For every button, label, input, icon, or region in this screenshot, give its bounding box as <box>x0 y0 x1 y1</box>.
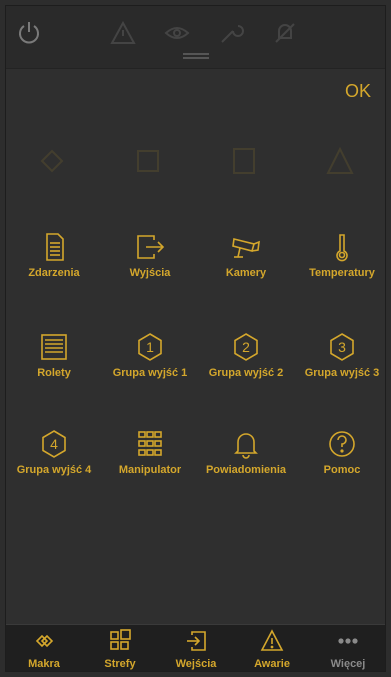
tile-grupa-wyjsc-3[interactable]: 3 Grupa wyjść 3 <box>294 331 385 411</box>
ghost-icon <box>320 141 360 181</box>
tab-makra[interactable]: Makra <box>6 629 82 670</box>
hexagon-2-icon: 2 <box>230 331 262 363</box>
macro-icon <box>35 634 54 648</box>
keypad-icon <box>134 428 166 460</box>
svg-text:1: 1 <box>146 339 154 355</box>
bell-icon <box>230 428 262 460</box>
menu-row-2: Rolety 1 Grupa wyjść 1 2 Grupa wyjść 2 3… <box>6 331 385 411</box>
svg-text:2: 2 <box>242 339 250 355</box>
hidden-shortcuts-row <box>6 141 385 191</box>
svg-text:3: 3 <box>338 339 346 355</box>
tile-pomoc[interactable]: Pomoc <box>294 428 385 508</box>
tile-label: Temperatury <box>309 267 375 279</box>
tile-rolety[interactable]: Rolety <box>6 331 102 411</box>
hexagon-4-icon: 4 <box>38 428 70 460</box>
tile-wyjscia[interactable]: Wyjścia <box>102 231 198 311</box>
tab-label: Więcej <box>330 658 366 670</box>
tab-label: Makra <box>28 658 60 670</box>
tile-label: Rolety <box>37 367 71 379</box>
tile-label: Powiadomienia <box>205 464 287 476</box>
power-icon[interactable] <box>16 20 42 51</box>
warning-icon[interactable] <box>110 20 136 51</box>
tab-label: Wejścia <box>175 658 217 670</box>
menu-row-1: Zdarzenia Wyjścia Kamery Temperatury <box>6 231 385 311</box>
bottom-tab-bar: Makra Strefy Wejścia Awarie Więcej <box>6 624 385 671</box>
exit-arrow-icon <box>134 231 166 263</box>
tab-label: Strefy <box>104 658 136 670</box>
top-bar <box>6 6 385 69</box>
ok-button[interactable]: OK <box>345 81 371 102</box>
tab-wejscia[interactable]: Wejścia <box>158 629 234 670</box>
thermometer-icon <box>326 231 358 263</box>
warning-icon <box>260 629 284 651</box>
bell-off-icon[interactable] <box>272 20 298 51</box>
document-icon <box>38 231 70 263</box>
camera-icon <box>230 231 262 263</box>
tile-manipulator[interactable]: Manipulator <box>102 428 198 508</box>
hexagon-3-icon: 3 <box>326 331 358 363</box>
ghost-icon <box>128 141 168 181</box>
blinds-icon <box>38 331 70 363</box>
ghost-icon <box>224 141 264 181</box>
tile-label: Manipulator <box>118 464 182 476</box>
tile-label: Kamery <box>225 267 267 279</box>
tab-wiecej[interactable]: Więcej <box>310 629 385 670</box>
tile-grupa-wyjsc-1[interactable]: 1 Grupa wyjść 1 <box>102 331 198 411</box>
eye-icon[interactable] <box>164 20 190 51</box>
menu-row-3: 4 Grupa wyjść 4 Manipulator Powiadomieni… <box>6 428 385 508</box>
tile-temperatury[interactable]: Temperatury <box>294 231 385 311</box>
tile-label: Wyjścia <box>129 267 171 279</box>
tile-label: Grupa wyjść 1 <box>112 367 188 379</box>
tile-grupa-wyjsc-4[interactable]: 4 Grupa wyjść 4 <box>6 428 102 508</box>
tile-kamery[interactable]: Kamery <box>198 231 294 311</box>
tile-zdarzenia[interactable]: Zdarzenia <box>6 231 102 311</box>
more-icon <box>338 638 358 644</box>
tile-label: Grupa wyjść 2 <box>208 367 284 379</box>
tile-powiadomienia[interactable]: Powiadomienia <box>198 428 294 508</box>
hexagon-1-icon: 1 <box>134 331 166 363</box>
tab-label: Awarie <box>254 658 290 670</box>
tab-strefy[interactable]: Strefy <box>82 629 158 670</box>
drag-handle[interactable] <box>182 53 209 59</box>
ghost-icon <box>32 141 72 181</box>
app-screen: OK Zdarzenia Wyjścia Kamery Temperatury … <box>5 5 386 672</box>
tile-label: Grupa wyjść 3 <box>304 367 380 379</box>
wrench-icon[interactable] <box>218 20 244 51</box>
zones-icon <box>110 629 131 650</box>
entry-icon <box>187 631 206 651</box>
tile-label: Zdarzenia <box>28 267 80 279</box>
tile-grupa-wyjsc-2[interactable]: 2 Grupa wyjść 2 <box>198 331 294 411</box>
help-icon <box>326 428 358 460</box>
tab-awarie[interactable]: Awarie <box>234 629 310 670</box>
tile-label: Pomoc <box>323 464 361 476</box>
tile-label: Grupa wyjść 4 <box>16 464 92 476</box>
svg-text:4: 4 <box>50 436 58 452</box>
